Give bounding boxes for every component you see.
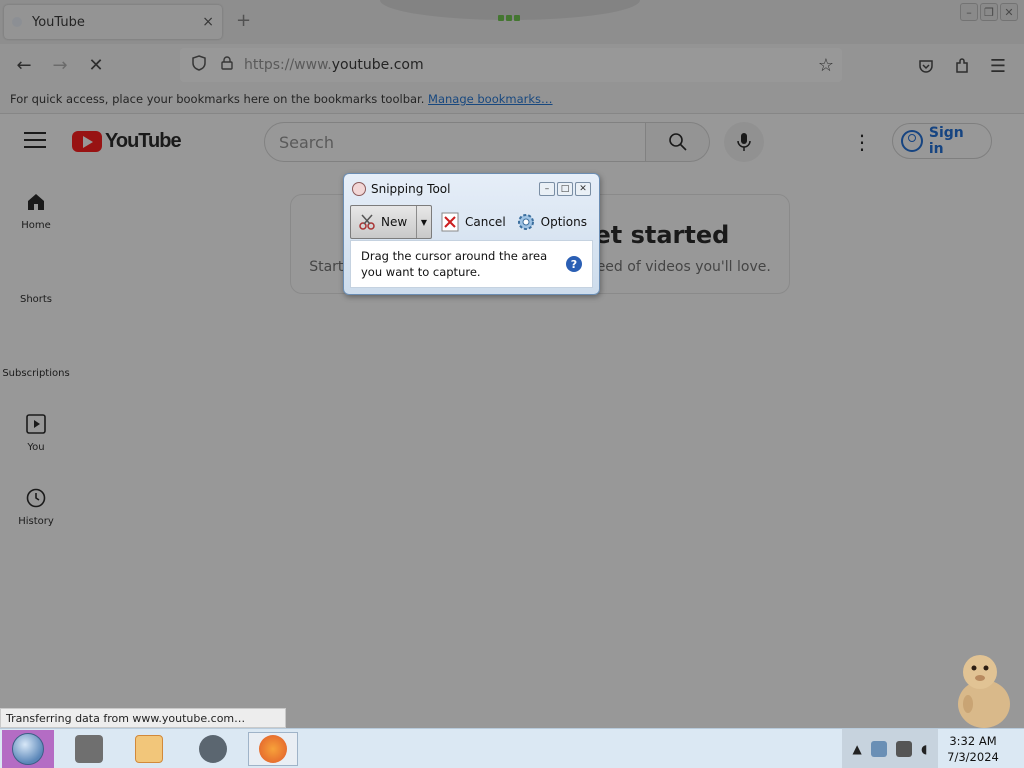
new-snip-dropdown-arrow[interactable]: ▼ bbox=[417, 206, 431, 238]
options-label: Options bbox=[540, 215, 587, 229]
snip-dim-overlay[interactable] bbox=[0, 0, 1024, 728]
browser-status-bar: Transferring data from www.youtube.com… bbox=[0, 708, 286, 728]
snipping-window-controls: – □ ✕ bbox=[539, 182, 591, 196]
options-button[interactable]: Options bbox=[514, 211, 589, 233]
windows-logo-icon bbox=[12, 733, 44, 765]
taskbar-clock[interactable]: 3:32 AM 7/3/2024 bbox=[942, 733, 1004, 765]
network-icon[interactable] bbox=[870, 741, 887, 757]
globe-icon bbox=[199, 735, 227, 763]
scissors-icon bbox=[359, 214, 375, 230]
cancel-label: Cancel bbox=[465, 215, 506, 229]
new-snip-split-button[interactable]: New ▼ bbox=[350, 205, 432, 239]
new-label: New bbox=[381, 215, 408, 229]
system-tray: ▲ ◖ bbox=[842, 729, 938, 768]
help-icon[interactable]: ? bbox=[566, 256, 582, 272]
display-icon[interactable] bbox=[896, 741, 912, 757]
message-line-1: Drag the cursor around the area bbox=[361, 249, 548, 263]
snipping-tool-toolbar: New ▼ Cancel Options bbox=[344, 204, 599, 240]
cancel-x-icon bbox=[440, 211, 460, 233]
snip-close-button[interactable]: ✕ bbox=[575, 182, 591, 196]
tray-expand-icon[interactable]: ▲ bbox=[853, 742, 862, 756]
clock-date: 7/3/2024 bbox=[947, 750, 999, 764]
folder-icon bbox=[75, 735, 103, 763]
snipping-tool-title: Snipping Tool bbox=[371, 182, 451, 196]
snip-minimize-button[interactable]: – bbox=[539, 182, 555, 196]
gear-icon bbox=[516, 211, 536, 233]
message-line-2: you want to capture. bbox=[361, 265, 481, 279]
firefox-icon bbox=[259, 735, 287, 763]
taskbar-item-firefox[interactable] bbox=[248, 732, 298, 766]
snipping-tool-window: Snipping Tool – □ ✕ New ▼ Cancel Options bbox=[343, 173, 600, 295]
taskbar-item-media-player[interactable] bbox=[124, 732, 174, 766]
media-player-icon bbox=[135, 735, 163, 763]
snip-maximize-button[interactable]: □ bbox=[557, 182, 573, 196]
volume-icon[interactable]: ◖ bbox=[921, 742, 927, 756]
start-button[interactable] bbox=[2, 730, 54, 768]
scissors-app-icon bbox=[352, 182, 366, 196]
desktop-mascot-image bbox=[950, 648, 1014, 728]
windows-taskbar: ▲ ◖ 3:32 AM 7/3/2024 bbox=[0, 728, 1024, 768]
new-snip-button[interactable]: New bbox=[351, 206, 417, 238]
taskbar-item-globe[interactable] bbox=[188, 732, 238, 766]
clock-time: 3:32 AM bbox=[949, 734, 997, 748]
cancel-button[interactable]: Cancel bbox=[438, 211, 508, 233]
snipping-tool-message-area: Drag the cursor around the area you want… bbox=[350, 240, 593, 288]
taskbar-item-explorer[interactable] bbox=[64, 732, 114, 766]
snipping-tool-titlebar[interactable]: Snipping Tool – □ ✕ bbox=[344, 174, 599, 204]
snipping-tool-message: Drag the cursor around the area you want… bbox=[361, 248, 566, 280]
